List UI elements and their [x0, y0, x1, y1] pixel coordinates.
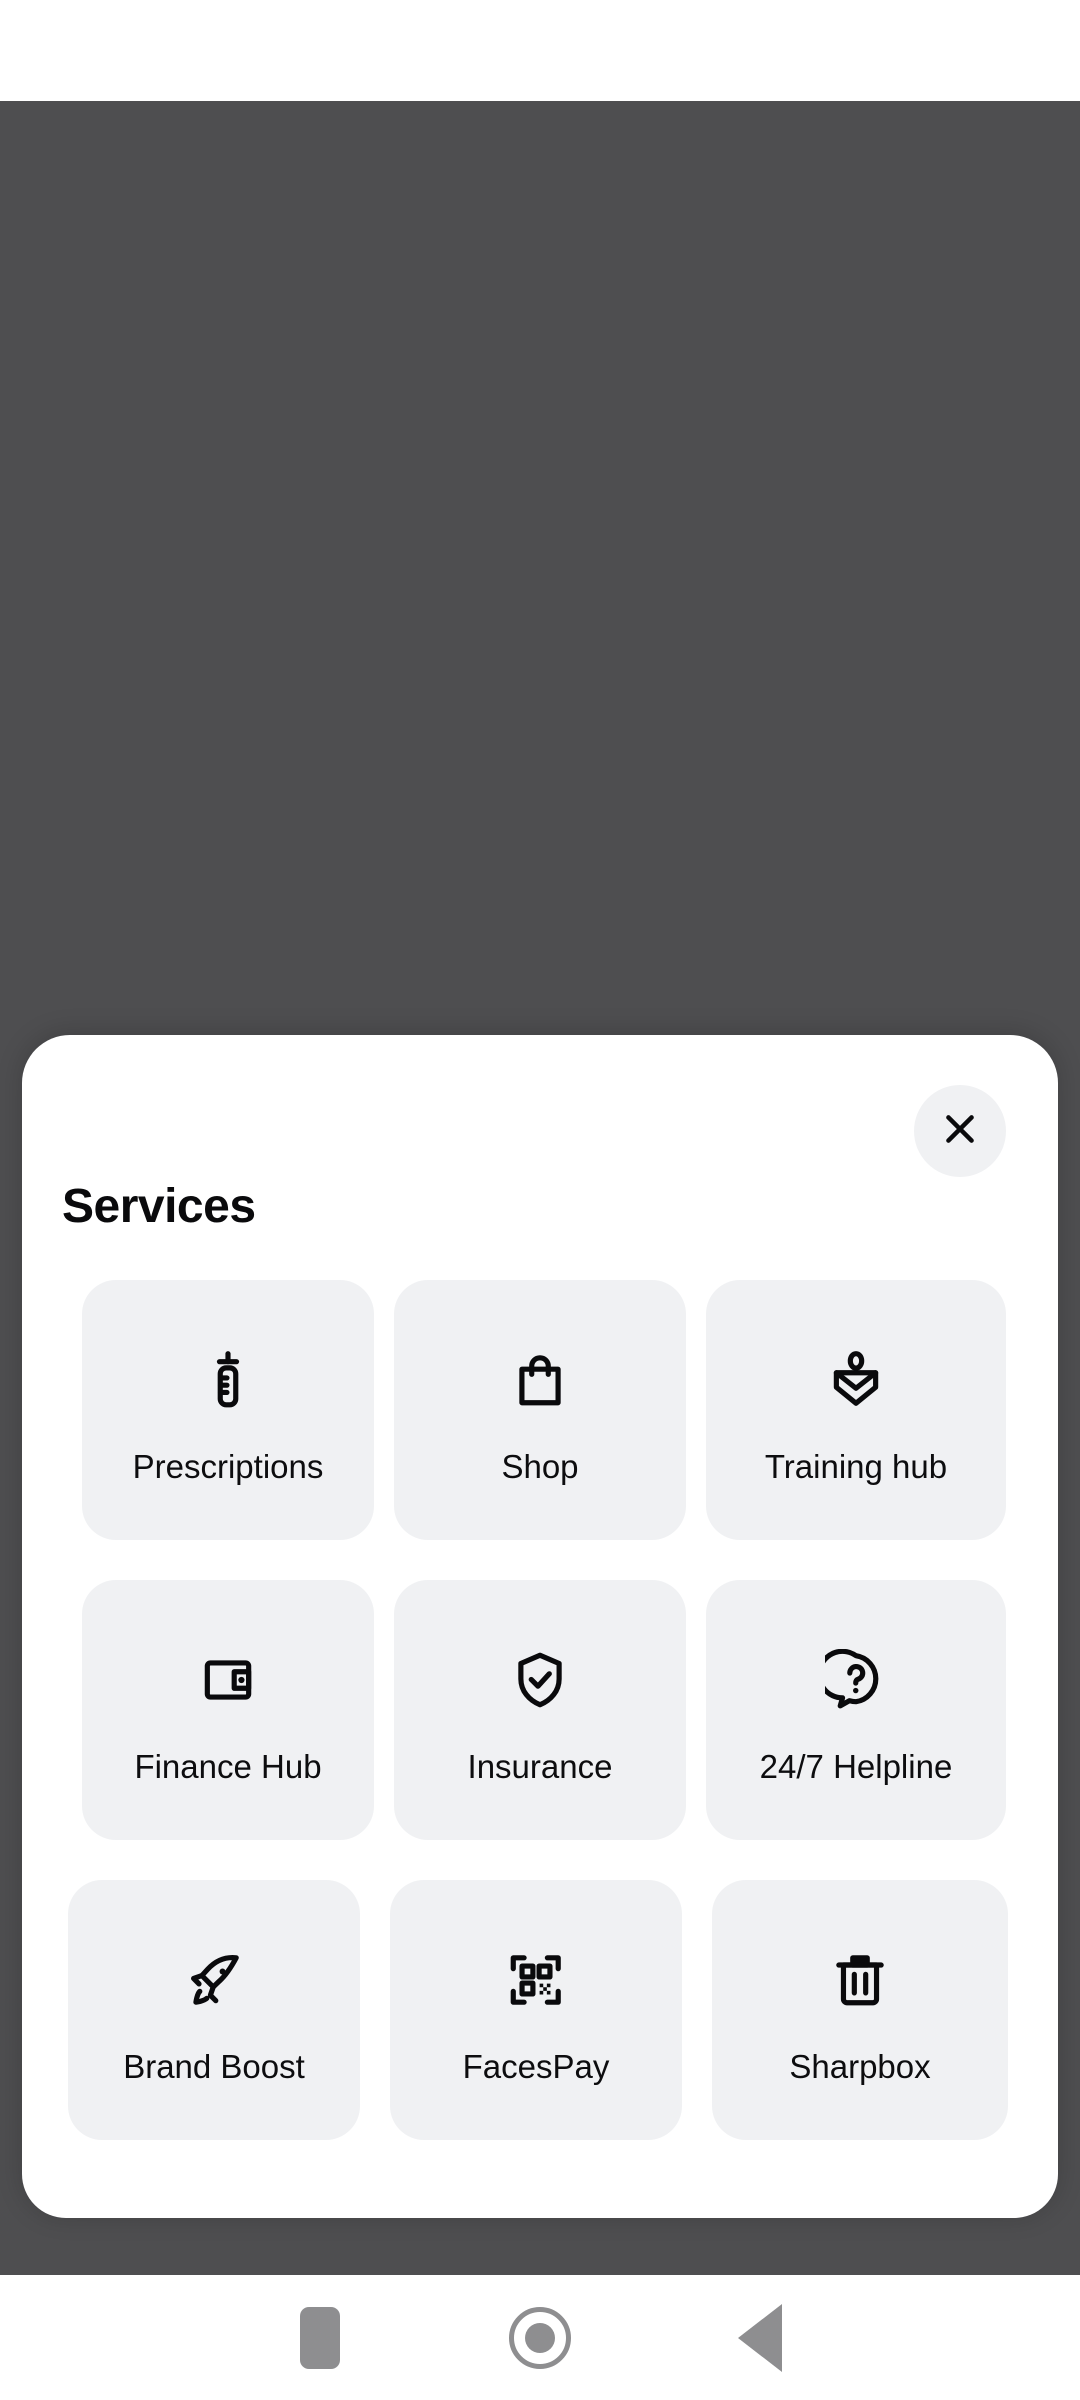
nav-back-button[interactable]: [650, 2275, 870, 2400]
close-button[interactable]: [914, 1085, 1006, 1177]
service-tile-label: FacesPay: [462, 2048, 610, 2085]
wallet-icon: [197, 1634, 259, 1726]
shield-check-icon: [509, 1634, 571, 1726]
service-tile-label: Finance Hub: [134, 1748, 322, 1785]
services-grid: Prescriptions Shop Training hub Finance …: [22, 1280, 1058, 2180]
service-tile-brand-boost[interactable]: Brand Boost: [68, 1880, 360, 2140]
services-row: Finance Hub Insurance 24/7 Helpline: [22, 1580, 1058, 1880]
status-bar: [0, 0, 1080, 101]
service-tile-sharpbox[interactable]: Sharpbox: [712, 1880, 1008, 2140]
service-tile-facespay[interactable]: FacesPay: [390, 1880, 682, 2140]
square-icon: [300, 2306, 340, 2369]
nav-home-button[interactable]: [430, 2275, 650, 2400]
service-tile-label: 24/7 Helpline: [759, 1748, 953, 1785]
service-tile-label: Insurance: [467, 1748, 613, 1785]
rocket-icon: [183, 1934, 245, 2026]
service-tile-prescriptions[interactable]: Prescriptions: [82, 1280, 374, 1540]
service-tile-label: Brand Boost: [123, 2048, 305, 2085]
service-tile-insurance[interactable]: Insurance: [394, 1580, 686, 1840]
android-navigation-bar: [0, 2275, 1080, 2400]
service-tile-label: Sharpbox: [789, 2048, 931, 2085]
service-tile-label: Training hub: [764, 1448, 948, 1485]
qr-scan-icon: [505, 1934, 567, 2026]
services-row: Prescriptions Shop Training hub: [22, 1280, 1058, 1580]
services-row: Brand Boost FacesPay Sharpbox: [22, 1880, 1058, 2180]
service-tile-shop[interactable]: Shop: [394, 1280, 686, 1540]
service-tile-label: Prescriptions: [132, 1448, 324, 1485]
service-tile-finance-hub[interactable]: Finance Hub: [82, 1580, 374, 1840]
shopping-bag-icon: [509, 1334, 571, 1426]
nav-recents-button[interactable]: [210, 2275, 430, 2400]
trash-bin-icon: [829, 1934, 891, 2026]
circle-icon: [509, 2306, 571, 2369]
graduation-book-icon: [825, 1334, 887, 1426]
question-speech-icon: [825, 1634, 887, 1726]
bottom-sheet-title: Services: [62, 1180, 256, 1233]
service-tile-training-hub[interactable]: Training hub: [706, 1280, 1006, 1540]
services-bottom-sheet: Services Prescriptions Shop Training hub…: [22, 1035, 1058, 2218]
service-tile-helpline[interactable]: 24/7 Helpline: [706, 1580, 1006, 1840]
close-x-icon: [939, 1108, 981, 1155]
vaccine-bottle-icon: [197, 1334, 259, 1426]
service-tile-label: Shop: [501, 1448, 579, 1485]
triangle-left-icon: [738, 2303, 782, 2372]
